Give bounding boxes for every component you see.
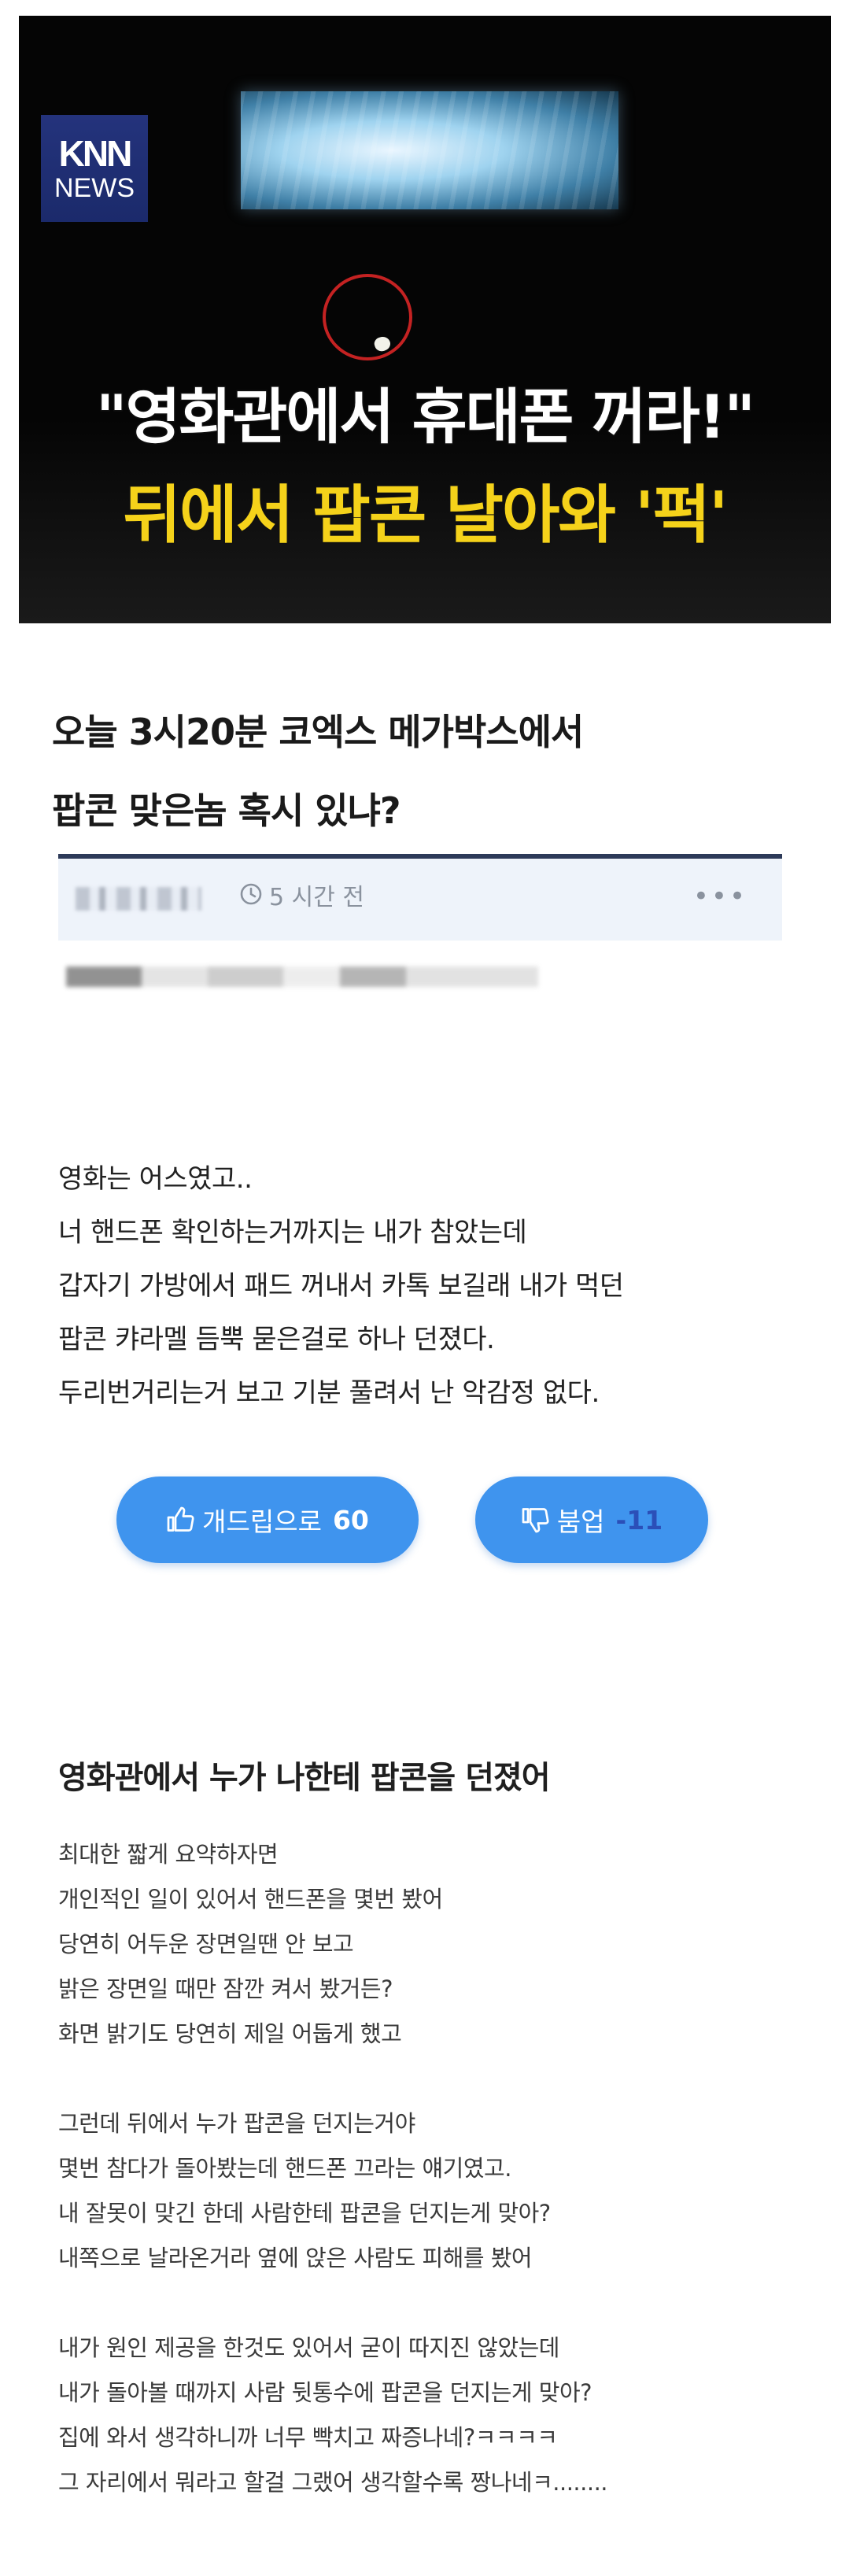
logo-text-top: KNN [58, 133, 133, 174]
reply-body-line: 그 자리에서 뭐라고 할걸 그랬어 생각할수록 짱나네ㅋ........ [58, 2469, 608, 2496]
post-body-line: 영화는 어스였고.. [58, 1163, 253, 1195]
reply-body-line: 최대한 짧게 요약하자면 [58, 1841, 279, 1868]
reply-body-line: 내 잘못이 맞긴 한데 사람한테 팝콘을 던지는게 맞아? [58, 2200, 551, 2227]
theater-screen-image [241, 91, 618, 209]
post-time-text: 5 시간 전 [269, 884, 364, 911]
news-headline-1: "영화관에서 휴대폰 꺼라!" [95, 381, 757, 453]
author-name-blurred[interactable] [76, 887, 201, 911]
post-meta-bar: 5 시간 전 ••• [58, 854, 782, 941]
reply-body-line: 당연히 어두운 장면일땐 안 보고 [58, 1931, 354, 1957]
knn-news-logo: KNN NEWS [41, 115, 148, 222]
post-body-line: 너 핸드폰 확인하는거까지는 내가 참았는데 [58, 1217, 527, 1248]
post-time: 5 시간 전 [239, 882, 364, 915]
post-title: 오늘 3시20분 코엑스 메가박스에서 팝콘 맞은놈 혹시 있냐? [52, 693, 807, 850]
thumbs-down-icon [521, 1506, 549, 1534]
reply-body-line: 개인적인 일이 있어서 핸드폰을 몇번 봤어 [58, 1886, 443, 1913]
post-title-line-1: 오늘 3시20분 코엑스 메가박스에서 [52, 711, 584, 753]
downvote-count: -11 [615, 1504, 663, 1536]
highlight-circle [323, 274, 412, 360]
upvote-count: 60 [332, 1504, 369, 1536]
post-body-line: 팝콘 캬라멜 듬뿍 묻은걸로 하나 던졌다. [58, 1324, 495, 1355]
post-body-line: 두리번거리는거 보고 기분 풀려서 난 악감정 없다. [58, 1377, 600, 1409]
clock-icon [239, 882, 263, 915]
reply-body-line: 몇번 참다가 돌아봤는데 핸드폰 끄라는 얘기였고. [58, 2155, 511, 2182]
reply-body-line: 밝은 장면일 때만 잠깐 켜서 봤거든? [58, 1975, 393, 2002]
blurred-content [66, 966, 538, 987]
upvote-label: 개드립으로 [202, 1506, 322, 1537]
reply-body-line: 내가 원인 제공을 한것도 있어서 굳이 따지진 않았는데 [58, 2334, 560, 2361]
downvote-button[interactable]: 붐업 -11 [475, 1476, 708, 1563]
reply-body-line: 그런데 뒤에서 누가 팝콘을 던지는거야 [58, 2110, 415, 2137]
reply-body-line: 내가 돌아볼 때까지 사람 뒷통수에 팝콘을 던지는게 맞아? [58, 2379, 592, 2406]
upvote-button[interactable]: 개드립으로 60 [116, 1476, 419, 1563]
thumbs-up-icon [166, 1506, 194, 1534]
downvote-label: 붐업 [556, 1506, 605, 1537]
reply-post-title: 영화관에서 누가 나한테 팝콘을 던졌어 [58, 1760, 551, 1796]
reply-post-body: 최대한 짧게 요약하자면 개인적인 일이 있어서 핸드폰을 몇번 봤어 당연히 … [58, 1832, 814, 2505]
post-body: 영화는 어스였고.. 너 핸드폰 확인하는거까지는 내가 참았는데 갑자기 가방… [58, 1152, 814, 1420]
post-body-line: 갑자기 가방에서 패드 꺼내서 카톡 보길래 내가 먹던 [58, 1270, 624, 1302]
more-dots-icon[interactable]: ••• [693, 881, 747, 912]
logo-text-bottom: NEWS [54, 173, 135, 203]
news-thumbnail: KNN NEWS "영화관에서 휴대폰 꺼라!" 뒤에서 팝콘 날아와 '퍽' [19, 16, 831, 623]
reply-body-line: 내쪽으로 날라온거라 옆에 앉은 사람도 피해를 봤어 [58, 2245, 533, 2271]
reply-body-line: 집에 와서 생각하니까 너무 빡치고 짜증나네?ㅋㅋㅋㅋ [58, 2424, 558, 2451]
reply-body-line: 화면 밝기도 당연히 제일 어둡게 했고 [58, 2020, 402, 2047]
news-headline-2: 뒤에서 팝콘 날아와 '퍽' [122, 478, 729, 553]
post-title-line-2: 팝콘 맞은놈 혹시 있냐? [52, 789, 401, 832]
